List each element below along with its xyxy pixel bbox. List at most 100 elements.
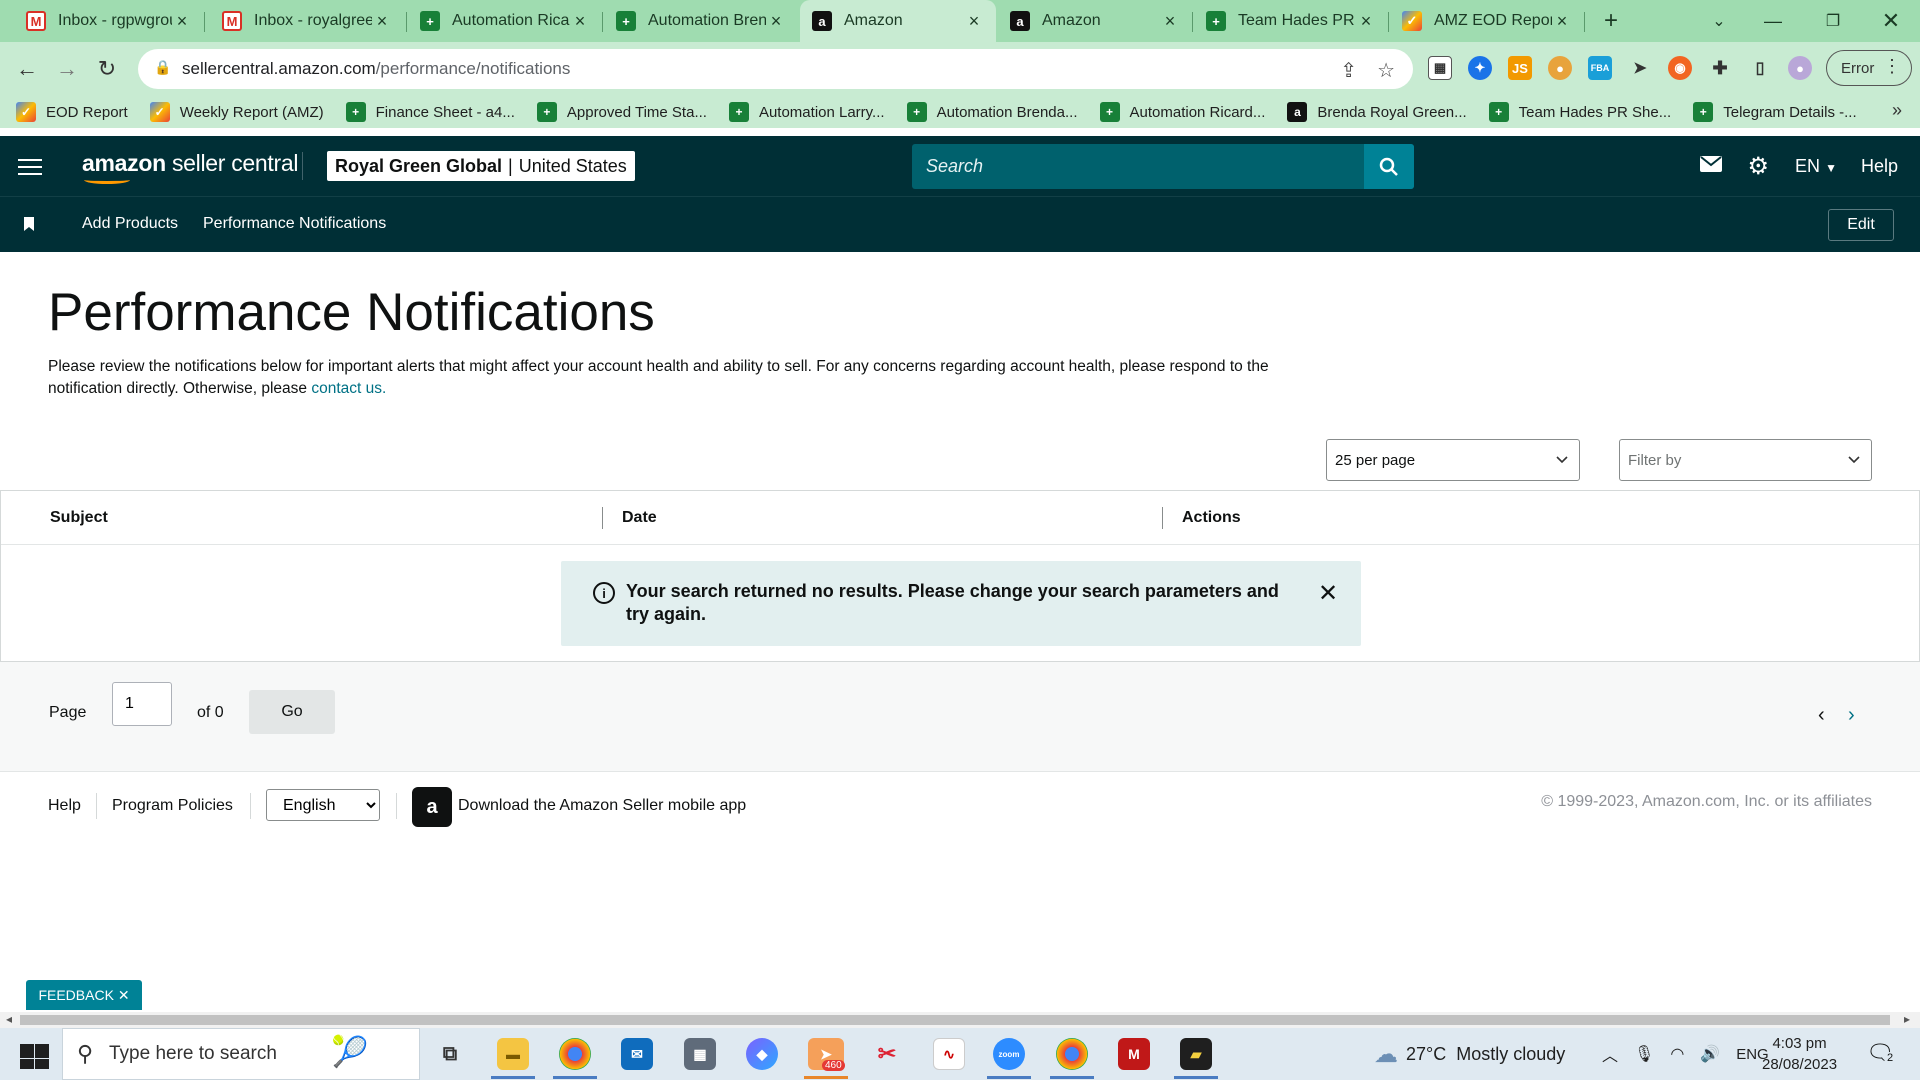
seller-app-icon[interactable]: a [412, 787, 452, 827]
close-icon[interactable]: × [766, 11, 786, 32]
close-icon[interactable]: × [172, 11, 192, 32]
language-selector[interactable]: EN ▼ [1795, 156, 1837, 177]
tab-amazon-active[interactable]: a Amazon × [800, 0, 996, 42]
help-link[interactable]: Help [1861, 156, 1898, 177]
activity-monitor-icon[interactable]: ∿ [933, 1038, 965, 1070]
column-header-subject[interactable]: Subject [50, 509, 108, 527]
tab-search-chevron-icon[interactable]: ⌄ [1690, 0, 1748, 42]
horizontal-scrollbar[interactable]: ◂ ▸ [0, 1012, 1920, 1028]
profile-avatar[interactable]: ● [1788, 56, 1812, 80]
sticky-notes-icon[interactable]: ▰ [1180, 1038, 1212, 1070]
extension-arrow-icon[interactable]: ➤ [1628, 56, 1652, 80]
weather-widget[interactable]: ☁ 27°C Mostly cloudy [1374, 1028, 1565, 1080]
per-page-select[interactable]: 25 per page [1326, 439, 1580, 481]
tab-automation-ricardo[interactable]: + Automation Ricar × [408, 0, 602, 42]
extension-orange-icon[interactable]: ◉ [1668, 56, 1692, 80]
side-panel-icon[interactable]: ▯ [1748, 56, 1772, 80]
scroll-right-icon[interactable]: ▸ [1904, 1012, 1910, 1026]
bookmark-item[interactable]: + Telegram Details -... [1693, 102, 1857, 122]
next-page-icon[interactable]: › [1848, 704, 1855, 727]
column-header-date[interactable]: Date [622, 509, 657, 527]
js-extension-icon[interactable]: JS [1508, 56, 1532, 80]
footer-program-policies-link[interactable]: Program Policies [112, 797, 233, 815]
settings-gear-icon[interactable]: ⚙ [1748, 152, 1770, 181]
go-button[interactable]: Go [249, 690, 335, 734]
task-view-icon[interactable]: ⧉ [434, 1038, 466, 1070]
taskbar-search[interactable]: ⚲ Type here to search 🎾 [62, 1028, 420, 1080]
filter-by-select[interactable]: Filter by [1619, 439, 1872, 481]
reload-button[interactable]: ↻ [90, 52, 124, 86]
footer-help-link[interactable]: Help [48, 797, 81, 815]
bookmark-item[interactable]: + Finance Sheet - a4... [345, 102, 515, 122]
bookmark-star-icon[interactable]: ☆ [1377, 58, 1395, 83]
bookmark-item[interactable]: + Approved Time Sta... [536, 102, 707, 122]
qr-extension-icon[interactable]: ▦ [1428, 56, 1452, 80]
scroll-left-icon[interactable]: ◂ [6, 1012, 12, 1026]
back-button[interactable]: ← [10, 52, 44, 86]
share-icon[interactable]: ⇪ [1340, 58, 1357, 83]
restore-button[interactable]: ❐ [1804, 0, 1862, 42]
nav-link-performance-notifications[interactable]: Performance Notifications [203, 215, 386, 233]
edit-button[interactable]: Edit [1828, 209, 1894, 241]
volume-icon[interactable]: 🔊 [1700, 1044, 1720, 1064]
wifi-icon[interactable]: ◠ [1670, 1044, 1684, 1064]
tab-automation-brenda[interactable]: + Automation Bren × [604, 0, 798, 42]
bookmark-item[interactable]: a Brenda Royal Green... [1287, 102, 1467, 122]
forward-button[interactable]: → [50, 52, 84, 86]
close-icon[interactable]: × [964, 11, 984, 32]
tab-amz-eod-report[interactable]: ✓ AMZ EOD Report × [1390, 0, 1584, 42]
extensions-puzzle-icon[interactable]: ✚ [1708, 56, 1732, 80]
extension-cookie-icon[interactable]: ● [1548, 56, 1572, 80]
close-icon[interactable]: × [570, 11, 590, 32]
profile-error-button[interactable]: Error ⋮ [1826, 50, 1912, 86]
file-explorer-icon[interactable]: ▬ [497, 1038, 529, 1070]
seller-central-logo[interactable]: amazon seller central [82, 150, 298, 184]
bookmark-icon[interactable] [24, 217, 34, 236]
bookmark-item[interactable]: + Team Hades PR She... [1488, 102, 1671, 122]
column-header-actions[interactable]: Actions [1182, 509, 1241, 527]
windows-start-icon[interactable] [10, 1038, 50, 1070]
bookmark-item[interactable]: + Automation Brenda... [906, 102, 1078, 122]
fba-extension-icon[interactable]: FBA [1588, 56, 1612, 80]
close-icon[interactable]: ✕ [1318, 579, 1338, 608]
clock[interactable]: 4:03 pm 28/08/2023 [1762, 1033, 1837, 1075]
chrome-profile-icon[interactable] [1056, 1038, 1088, 1070]
snipping-tool-icon[interactable]: ✂ [871, 1038, 903, 1070]
close-icon[interactable]: × [1356, 11, 1376, 32]
chrome-icon[interactable] [559, 1038, 591, 1070]
close-icon[interactable]: × [1552, 11, 1572, 32]
bookmark-item[interactable]: ✓ EOD Report [16, 102, 128, 122]
bookmark-item[interactable]: + Automation Ricard... [1099, 102, 1265, 122]
minimize-button[interactable]: — [1744, 0, 1802, 42]
extension-blue-icon[interactable]: ✦ [1468, 56, 1492, 80]
bookmarks-overflow-icon[interactable]: » [1892, 100, 1902, 121]
bookmark-item[interactable]: ✓ Weekly Report (AMZ) [149, 102, 324, 122]
search-input[interactable] [912, 144, 1362, 189]
tab-gmail-1[interactable]: M Inbox - rgpwgrou × [14, 0, 204, 42]
tab-gmail-2[interactable]: M Inbox - royalgree × [210, 0, 404, 42]
previous-page-icon[interactable]: ‹ [1818, 704, 1825, 727]
close-icon[interactable]: ✕ [118, 987, 130, 1004]
hamburger-menu-icon[interactable] [18, 154, 42, 178]
mail-icon[interactable] [1699, 155, 1722, 177]
close-icon[interactable]: × [372, 11, 392, 32]
contact-us-link[interactable]: contact us. [311, 380, 386, 397]
new-tab-button[interactable]: + [1582, 0, 1640, 42]
page-number-input[interactable] [112, 682, 172, 726]
address-bar[interactable]: 🔒 sellercentral.amazon.com/performance/n… [138, 49, 1413, 89]
calculator-icon[interactable]: ▦ [684, 1038, 716, 1070]
mcafee-icon[interactable]: M [1118, 1038, 1150, 1070]
microphone-icon[interactable]: 🎙 [1634, 1044, 1654, 1064]
mail-app-icon[interactable]: ✉ [621, 1038, 653, 1070]
download-app-link[interactable]: Download the Amazon Seller mobile app [458, 797, 746, 815]
zoom-icon[interactable]: zoom [993, 1038, 1025, 1070]
scrollbar-thumb[interactable] [20, 1015, 1890, 1025]
close-icon[interactable]: × [1160, 11, 1180, 32]
close-window-button[interactable]: ✕ [1862, 0, 1920, 42]
search-button[interactable] [1364, 144, 1414, 189]
account-switcher[interactable]: Royal Green Global | United States [327, 151, 635, 181]
footer-language-select[interactable]: English [266, 789, 380, 821]
nav-link-add-products[interactable]: Add Products [82, 215, 178, 233]
tab-amazon[interactable]: a Amazon × [998, 0, 1192, 42]
menu-dots-icon[interactable]: ⋮ [1883, 56, 1901, 77]
